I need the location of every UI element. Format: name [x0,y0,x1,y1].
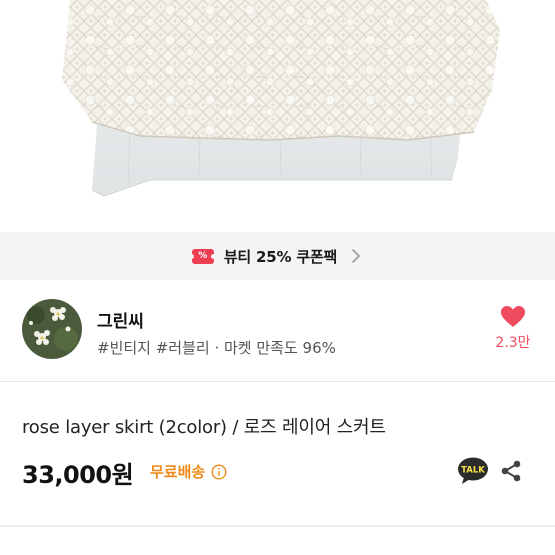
skirt-photo [62,0,500,197]
info-icon [211,463,227,480]
chevron-right-icon [352,249,360,263]
shipping-badge[interactable]: 무료배송 [150,461,227,482]
like-button[interactable]: 2.3만 [488,305,538,355]
coupon-label: 뷰티 25% 쿠폰팩 [223,247,338,266]
coupon-banner[interactable]: % 뷰티 25% 쿠폰팩 [0,232,555,280]
like-count: 2.3만 [495,335,531,351]
seller-section: 그린씨 #빈티지 #러블리 · 마켓 만족도 96% 2.3만 [0,280,555,380]
talk-bubble-icon: TALK [458,457,488,484]
shipping-label: 무료배송 [150,463,206,481]
seller-avatar-image [22,299,82,359]
talk-label: TALK [461,466,485,476]
kakao-talk-button[interactable]: TALK [457,457,489,485]
heart-icon [501,306,525,327]
share-button[interactable] [499,459,523,483]
product-title: rose layer skirt (2color) / 로즈 레이어 스커트 [22,417,386,438]
ticket-icon: % [189,248,217,264]
seller-tags: #빈티지 #러블리 · 마켓 만족도 96% [97,339,336,357]
share-icon [501,460,521,482]
section-divider [0,525,555,527]
product-image[interactable] [0,0,555,232]
price: 33,000원 [22,461,134,489]
avatar[interactable] [22,299,82,359]
seller-name[interactable]: 그린씨 [97,307,144,332]
divider [0,381,555,382]
